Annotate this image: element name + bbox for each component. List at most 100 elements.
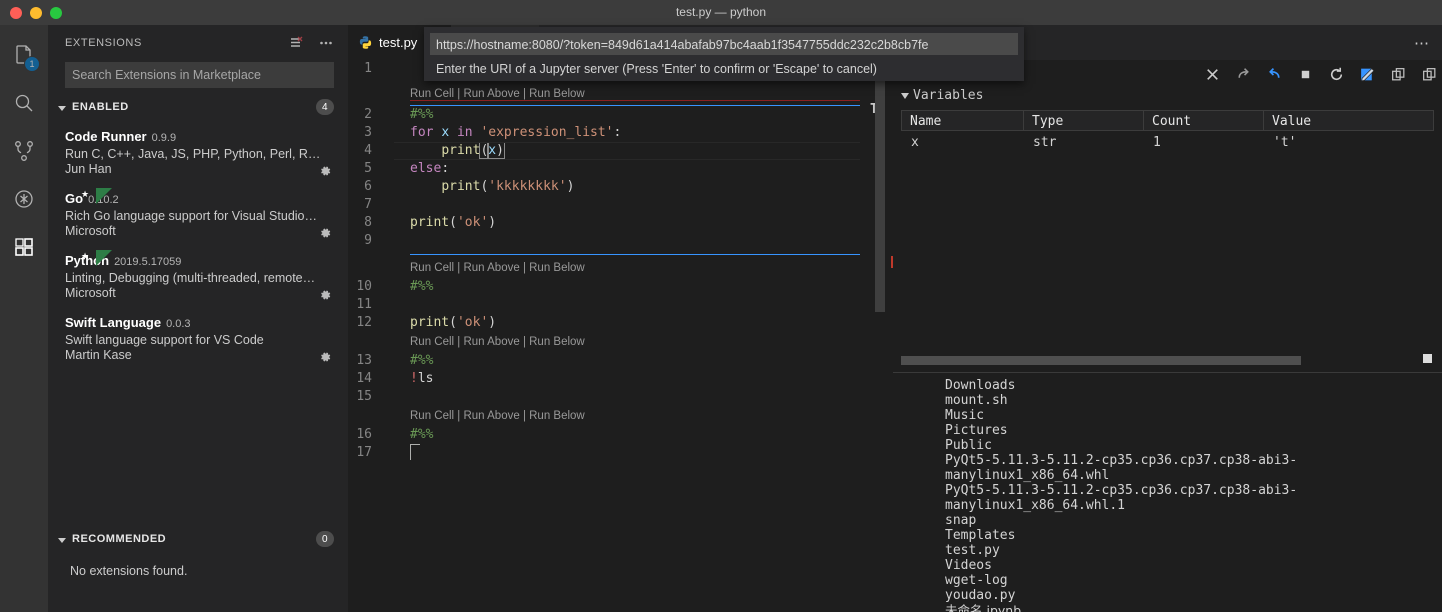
- line-number: 9: [364, 233, 372, 248]
- output-line: test.py: [945, 543, 1000, 558]
- interrupt-kernel-icon[interactable]: [1297, 66, 1314, 83]
- resize-handle[interactable]: [1423, 354, 1432, 363]
- list-item[interactable]: Swift Language 0.0.3 Swift language suppo…: [48, 308, 348, 370]
- more-actions-icon[interactable]: [318, 35, 334, 51]
- code-line: 14 !ls: [348, 370, 893, 388]
- list-item[interactable]: ★ Python 2019.5.17059 Linting, Debugging …: [48, 246, 348, 308]
- clear-all-icon[interactable]: [1204, 66, 1221, 83]
- code-line: 15: [348, 388, 893, 406]
- extension-version: 2019.5.17059: [114, 256, 182, 268]
- chevron-down-icon: [901, 92, 909, 99]
- collapse-all-icon[interactable]: [1421, 66, 1438, 83]
- vscode-window: test.py — python 1 EXTENSIONS Search Ext…: [0, 0, 1442, 612]
- code-line: 13 #%%: [348, 352, 893, 370]
- extension-publisher: Martin Kase: [65, 348, 132, 362]
- line-number: 11: [356, 297, 372, 312]
- code-line: 17: [348, 444, 893, 462]
- extension-version: 0.0.3: [166, 318, 191, 330]
- gear-icon[interactable]: [318, 226, 332, 240]
- activity-extensions[interactable]: [0, 225, 48, 273]
- variables-title: Variables: [913, 88, 984, 103]
- cell-type: str: [1033, 135, 1057, 150]
- table-row[interactable]: x str 1 't': [901, 131, 1434, 154]
- extension-description: Swift language support for VS Code: [65, 333, 264, 347]
- activity-bar: 1: [0, 25, 48, 612]
- jupyter-uri-input[interactable]: https://hostname:8080/?token=849d61a414a…: [430, 33, 1018, 55]
- line-number: 8: [364, 215, 372, 230]
- editor-more-actions-icon[interactable]: ⋯: [1402, 25, 1442, 60]
- variables-section-header[interactable]: Variables: [901, 88, 983, 103]
- output-line: wget-log: [945, 573, 1008, 588]
- export-as-notebook-icon[interactable]: [1359, 66, 1376, 83]
- extensions-icon: [12, 235, 36, 264]
- gear-icon[interactable]: [318, 164, 332, 178]
- redo-icon[interactable]: [1235, 66, 1252, 83]
- section-enabled-label: ENABLED: [72, 101, 129, 113]
- code-line: 12 print('ok'): [348, 314, 893, 332]
- section-recommended-count: 0: [316, 531, 334, 547]
- code-area[interactable]: 1 Run Cell | Run Above | Run Below 2 #%%…: [348, 60, 893, 462]
- table-header-row: Name Type Count Value: [901, 110, 1434, 131]
- line-number: 13: [356, 353, 372, 368]
- chevron-down-icon: [58, 105, 66, 111]
- section-recommended[interactable]: RECOMMENDED 0: [48, 528, 348, 550]
- codelens-run-cell[interactable]: Run Cell | Run Above | Run Below: [348, 258, 893, 278]
- extension-publisher: Jun Han: [65, 162, 112, 176]
- clear-filter-icon[interactable]: [288, 35, 304, 51]
- extension-description: Run C, C++, Java, JS, PHP, Python, Perl,…: [65, 147, 321, 161]
- variables-horizontal-scrollbar[interactable]: [901, 354, 1434, 368]
- codelens-run-cell[interactable]: Run Cell | Run Above | Run Below: [348, 332, 893, 352]
- section-enabled[interactable]: ENABLED 4: [48, 96, 348, 118]
- undo-icon[interactable]: [1266, 66, 1283, 83]
- list-item[interactable]: Code Runner 0.9.9 Run C, C++, Java, JS, P…: [48, 122, 348, 184]
- output-line: mount.sh: [945, 393, 1008, 408]
- line-number: 12: [356, 315, 372, 330]
- expand-all-icon[interactable]: [1390, 66, 1407, 83]
- activity-source-control[interactable]: [0, 129, 48, 177]
- activity-explorer[interactable]: 1: [0, 33, 48, 81]
- activity-debug[interactable]: [0, 177, 48, 225]
- restart-kernel-icon[interactable]: [1328, 66, 1345, 83]
- code-line: 7: [348, 196, 893, 214]
- output-line: Music: [945, 408, 985, 423]
- column-header-value[interactable]: Value: [1263, 110, 1434, 131]
- panel-divider: [893, 372, 1442, 373]
- code-line: 2 #%%: [348, 106, 893, 124]
- codelens-run-cell[interactable]: Run Cell | Run Above | Run Below: [348, 88, 893, 100]
- sidebar-actions: [288, 35, 334, 51]
- window-title: test.py — python: [675, 5, 767, 19]
- code-text: #%%: [410, 353, 434, 368]
- scrollbar-thumb[interactable]: [901, 356, 1301, 365]
- code-editor[interactable]: 1 Run Cell | Run Above | Run Below 2 #%%…: [348, 60, 893, 612]
- editor-vertical-scrollbar[interactable]: [875, 60, 885, 612]
- column-header-count[interactable]: Count: [1143, 110, 1263, 131]
- variables-table: Name Type Count Value x str 1 't': [901, 110, 1434, 154]
- recommended-empty-message: No extensions found.: [70, 564, 188, 578]
- extension-description: Rich Go language support for Visual Stud…: [65, 209, 318, 223]
- line-number: 2: [364, 107, 372, 122]
- output-line: PyQt5-5.11.3-5.11.2-cp35.cp36.cp37.cp38-…: [945, 483, 1298, 498]
- chevron-down-icon: [58, 537, 66, 543]
- codelens-run-cell[interactable]: Run Cell | Run Above | Run Below: [348, 406, 893, 426]
- list-item[interactable]: ★ Go 0.10.2 Rich Go language support for …: [48, 184, 348, 246]
- python-interactive-panel: Variables Name Type Count Value x str 1 …: [893, 60, 1442, 612]
- cell-output: Downloads mount.sh Music Pictures Public…: [893, 374, 1442, 612]
- search-extensions-input[interactable]: Search Extensions in Marketplace: [65, 62, 334, 88]
- code-line: 5 else:: [348, 160, 893, 178]
- code-line: 9: [348, 232, 893, 250]
- gear-icon[interactable]: [318, 288, 332, 302]
- output-line: snap: [945, 513, 977, 528]
- line-number: 1: [364, 61, 372, 76]
- column-header-name[interactable]: Name: [901, 110, 1023, 131]
- output-line: Templates: [945, 528, 1016, 543]
- search-icon: [12, 91, 36, 120]
- column-header-type[interactable]: Type: [1023, 110, 1143, 131]
- gear-icon[interactable]: [318, 350, 332, 364]
- output-line: 未命名.ipynb: [945, 603, 1022, 612]
- code-line: 6 print('kkkkkkkk'): [348, 178, 893, 196]
- scrollbar-thumb[interactable]: [875, 60, 885, 312]
- code-line: 3 for x in 'expression_list':: [348, 124, 893, 142]
- output-line: Videos: [945, 558, 992, 573]
- activity-search[interactable]: [0, 81, 48, 129]
- code-text: print('kkkkkkkk'): [441, 179, 575, 194]
